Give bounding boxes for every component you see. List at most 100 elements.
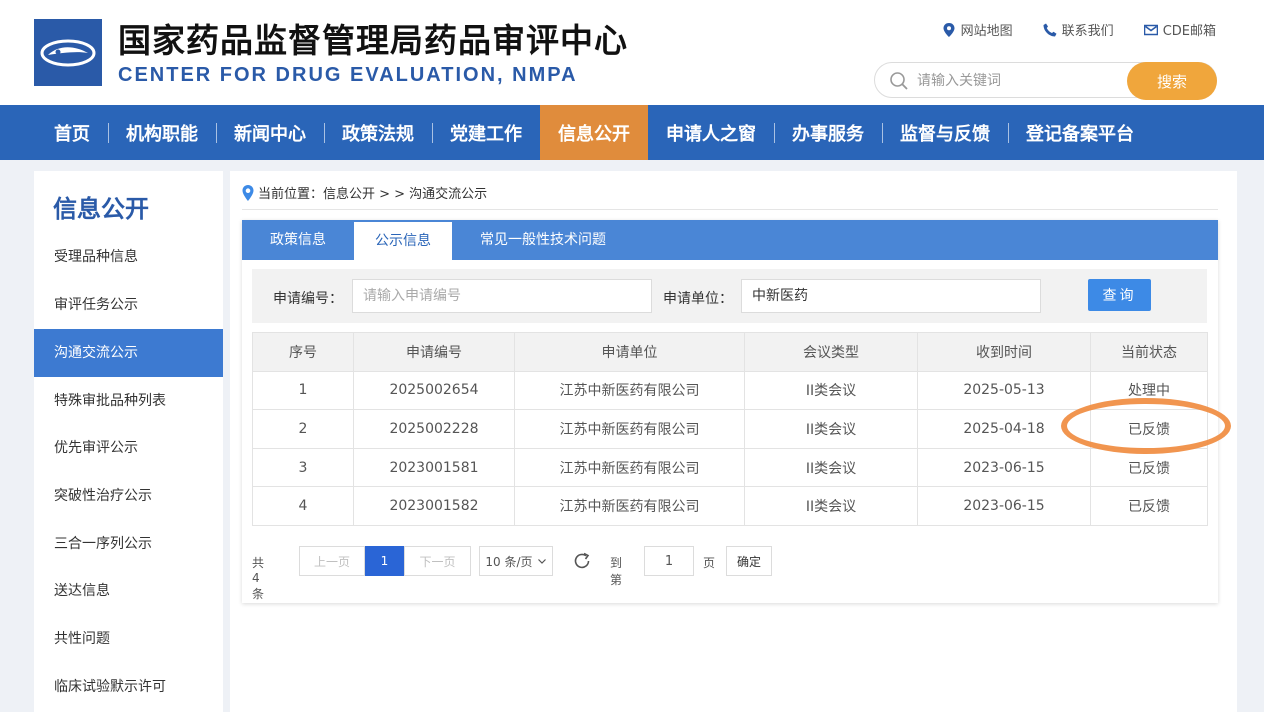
- mailbox-link-label: CDE邮箱: [1162, 24, 1216, 39]
- sitemap-link[interactable]: 网站地图: [942, 20, 1013, 39]
- breadcrumb-text: 当前位置：信息公开 > > 沟通交流公示: [258, 187, 488, 202]
- chevron-down-icon: [537, 559, 546, 564]
- sidebar-item-priority-review[interactable]: 优先审评公示: [34, 424, 223, 472]
- cell-received: 2023-06-15: [917, 447, 1091, 488]
- col-header-app-no: 申请编号: [353, 332, 515, 372]
- phone-icon: [1043, 23, 1057, 36]
- nav-item-functions[interactable]: 机构职能: [108, 105, 216, 160]
- site-search: 搜索: [874, 62, 1217, 100]
- top-links: 网站地图 联系我们 CDE邮箱: [942, 20, 1216, 39]
- cell-meeting-type: II类会议: [744, 370, 918, 411]
- location-pin-icon: [242, 184, 254, 201]
- nav-item-home[interactable]: 首页: [36, 105, 108, 160]
- sidebar-item-breakthrough[interactable]: 突破性治疗公示: [34, 472, 223, 520]
- nav-item-applicant[interactable]: 申请人之窗: [648, 105, 774, 160]
- cell-received: 2025-05-13: [917, 370, 1091, 411]
- cell-unit: 江苏中新医药有限公司: [514, 409, 745, 449]
- col-header-received: 收到时间: [917, 332, 1091, 372]
- col-header-unit: 申请单位: [514, 332, 745, 372]
- table-header-row: 序号 申请编号 申请单位 会议类型 收到时间 当前状态: [252, 332, 1208, 372]
- search-icon: [890, 72, 908, 90]
- sidebar-item-special-approval[interactable]: 特殊审批品种列表: [34, 377, 223, 425]
- site-logo[interactable]: [34, 19, 102, 86]
- cell-unit: 江苏中新医药有限公司: [514, 447, 745, 488]
- goto-confirm-button[interactable]: 确定: [726, 546, 772, 576]
- sidebar-title: 信息公开: [53, 195, 149, 223]
- tab-bar: 政策信息 公示信息 常见一般性技术问题: [242, 220, 1218, 260]
- nav-item-party[interactable]: 党建工作: [432, 105, 540, 160]
- table-row[interactable]: 1 2025002654 江苏中新医药有限公司 II类会议 2025-05-13…: [252, 370, 1208, 411]
- search-input[interactable]: [917, 69, 1117, 93]
- page-size-select[interactable]: 10 条/页: [479, 546, 553, 576]
- nav-item-registration[interactable]: 登记备案平台: [1008, 105, 1152, 160]
- sidebar-item-review-tasks[interactable]: 审评任务公示: [34, 281, 223, 329]
- unit-input[interactable]: 中新医药: [741, 279, 1041, 313]
- sidebar: 信息公开 受理品种信息 审评任务公示 沟通交流公示 特殊审批品种列表 优先审评公…: [34, 171, 223, 712]
- cell-meeting-type: II类会议: [744, 486, 918, 526]
- cell-index: 2: [252, 409, 354, 449]
- cell-unit: 江苏中新医药有限公司: [514, 370, 745, 411]
- refresh-icon[interactable]: [572, 551, 592, 571]
- cell-app-no: 2023001582: [353, 486, 515, 526]
- site-title: 国家药品监督管理局药品审评中心: [118, 21, 628, 60]
- app-no-label: 申请编号：: [273, 291, 343, 307]
- pager-total: 共 4 条: [252, 556, 265, 601]
- unit-label: 申请单位：: [663, 291, 733, 307]
- sidebar-item-three-in-one[interactable]: 三合一序列公示: [34, 520, 223, 568]
- contact-link-label: 联系我们: [1061, 24, 1114, 39]
- pager-prev-button[interactable]: 上一页: [299, 546, 365, 576]
- cell-app-no: 2025002654: [353, 370, 515, 411]
- cell-index: 3: [252, 447, 354, 488]
- logo-emblem-icon: [34, 19, 102, 86]
- table-row[interactable]: 4 2023001582 江苏中新医药有限公司 II类会议 2023-06-15…: [252, 486, 1208, 526]
- pager-page-current[interactable]: 1: [365, 546, 404, 576]
- cell-meeting-type: II类会议: [744, 409, 918, 449]
- tab-policy-info[interactable]: 政策信息: [242, 220, 354, 260]
- goto-label: 到第: [610, 556, 623, 587]
- sidebar-item-communication[interactable]: 沟通交流公示: [34, 329, 223, 377]
- nav-item-feedback[interactable]: 监督与反馈: [882, 105, 1008, 160]
- search-button[interactable]: 搜索: [1127, 62, 1217, 100]
- nav-item-policy[interactable]: 政策法规: [324, 105, 432, 160]
- cell-meeting-type: II类会议: [744, 447, 918, 488]
- cell-status: 已反馈: [1090, 486, 1208, 526]
- main-nav: 首页 机构职能 新闻中心 政策法规 党建工作 信息公开 申请人之窗 办事服务 监…: [0, 105, 1264, 160]
- sitemap-link-label: 网站地图: [960, 24, 1013, 39]
- site-subtitle: CENTER FOR DRUG EVALUATION, NMPA: [118, 64, 578, 86]
- nav-item-services[interactable]: 办事服务: [774, 105, 882, 160]
- sidebar-item-accepted-varieties[interactable]: 受理品种信息: [34, 233, 223, 281]
- cell-received: 2023-06-15: [917, 486, 1091, 526]
- col-header-meeting-type: 会议类型: [744, 332, 918, 372]
- page-unit-label: 页: [703, 556, 716, 570]
- table-row[interactable]: 3 2023001581 江苏中新医药有限公司 II类会议 2023-06-15…: [252, 447, 1208, 488]
- cell-status: 已反馈: [1090, 447, 1208, 488]
- annotation-circle: [1061, 398, 1231, 454]
- col-header-status: 当前状态: [1090, 332, 1208, 372]
- nav-item-news[interactable]: 新闻中心: [216, 105, 324, 160]
- sidebar-item-delivery[interactable]: 送达信息: [34, 567, 223, 615]
- site-header: 国家药品监督管理局药品审评中心 CENTER FOR DRUG EVALUATI…: [0, 0, 1264, 105]
- breadcrumb-divider: [242, 209, 1218, 210]
- breadcrumb: 当前位置：信息公开 > > 沟通交流公示: [242, 183, 487, 202]
- cell-app-no: 2025002228: [353, 409, 515, 449]
- cell-index: 4: [252, 486, 354, 526]
- contact-link[interactable]: 联系我们: [1043, 20, 1114, 39]
- nav-item-info-disclosure[interactable]: 信息公开: [540, 105, 648, 160]
- mailbox-link[interactable]: CDE邮箱: [1143, 20, 1216, 39]
- pager-next-button[interactable]: 下一页: [404, 546, 471, 576]
- cell-index: 1: [252, 370, 354, 411]
- col-header-index: 序号: [252, 332, 354, 372]
- tab-public-info[interactable]: 公示信息: [354, 222, 452, 260]
- sidebar-item-common-issues[interactable]: 共性问题: [34, 615, 223, 663]
- goto-page-input[interactable]: 1: [644, 546, 694, 576]
- query-button[interactable]: 查询: [1088, 279, 1151, 311]
- location-pin-icon: [943, 22, 955, 37]
- page-size-value: 10 条/页: [485, 554, 533, 569]
- app-no-input[interactable]: 请输入申请编号: [352, 279, 652, 313]
- cell-unit: 江苏中新医药有限公司: [514, 486, 745, 526]
- sidebar-item-clinical-trial[interactable]: 临床试验默示许可: [34, 663, 223, 711]
- filter-bar: 申请编号： 请输入申请编号 申请单位： 中新医药 查询: [252, 269, 1207, 323]
- mail-icon: [1143, 24, 1158, 35]
- cell-app-no: 2023001581: [353, 447, 515, 488]
- tab-technical-questions[interactable]: 常见一般性技术问题: [452, 220, 634, 260]
